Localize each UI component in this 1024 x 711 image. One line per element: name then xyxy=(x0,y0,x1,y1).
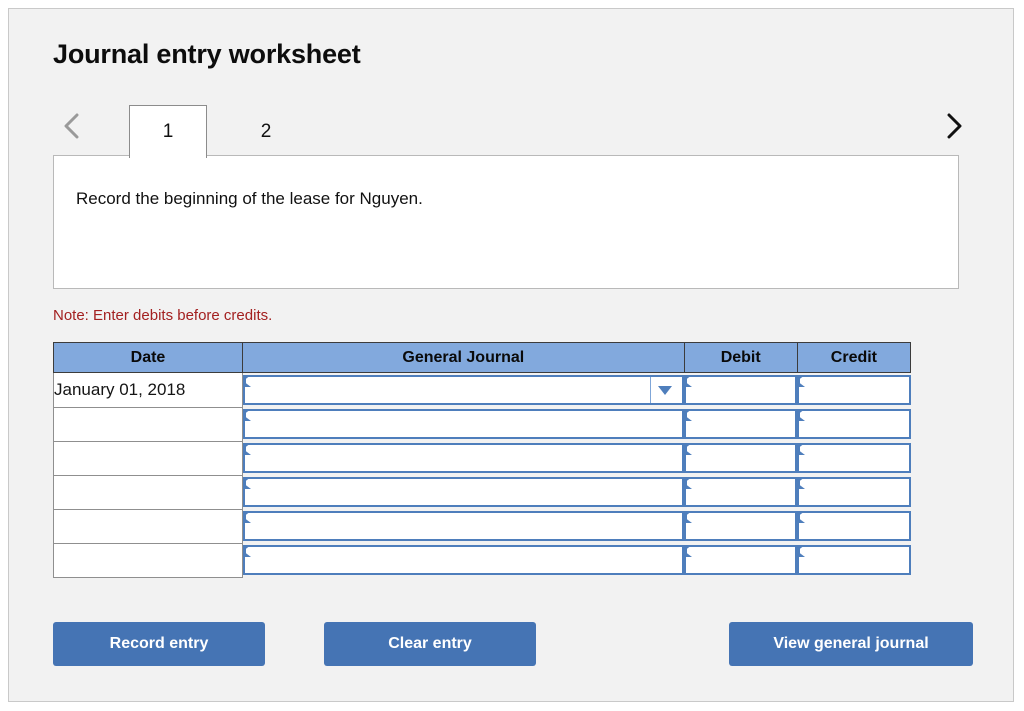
credit-input[interactable] xyxy=(797,477,911,507)
general-journal-cell xyxy=(242,441,685,475)
debit-input[interactable] xyxy=(684,511,798,541)
credit-cell xyxy=(797,407,911,441)
credit-cell xyxy=(797,441,911,475)
next-page-button[interactable] xyxy=(937,103,971,149)
general-journal-cell xyxy=(242,407,685,441)
general-journal-input[interactable] xyxy=(242,443,685,473)
credit-cell xyxy=(797,543,911,577)
cell-flag-icon xyxy=(242,409,251,421)
debit-cell xyxy=(684,509,798,543)
credit-input[interactable] xyxy=(797,375,911,405)
tab-label: 2 xyxy=(260,120,272,142)
general-journal-cell xyxy=(242,372,685,407)
journal-entry-table: Date General Journal Debit Credit Januar… xyxy=(53,342,912,578)
table-row: January 01, 2018 xyxy=(53,372,911,408)
debit-cell xyxy=(684,543,798,577)
debits-before-credits-note: Note: Enter debits before credits. xyxy=(53,307,273,324)
column-header-credit: Credit xyxy=(796,342,912,373)
debit-input[interactable] xyxy=(684,409,798,439)
cell-flag-icon xyxy=(242,443,251,455)
cell-flag-icon xyxy=(242,375,251,387)
table-row xyxy=(53,509,911,544)
cell-flag-icon xyxy=(797,511,806,523)
worksheet-panel: Journal entry worksheet 1 2 Record the b… xyxy=(8,8,1014,702)
debit-input[interactable] xyxy=(684,477,798,507)
column-header-date: Date xyxy=(53,342,243,373)
worksheet-tabstrip: 1 2 xyxy=(53,97,971,158)
table-row xyxy=(53,407,911,442)
credit-cell xyxy=(797,509,911,543)
date-cell[interactable]: January 01, 2018 xyxy=(53,372,243,408)
cell-flag-icon xyxy=(684,477,693,489)
account-dropdown-button[interactable] xyxy=(650,377,679,403)
credit-input[interactable] xyxy=(797,511,911,541)
date-cell[interactable] xyxy=(53,543,243,578)
worksheet-tab-1[interactable]: 1 xyxy=(129,105,207,158)
table-row xyxy=(53,441,911,476)
date-cell[interactable] xyxy=(53,441,243,476)
table-row xyxy=(53,543,911,578)
cell-flag-icon xyxy=(797,477,806,489)
cell-flag-icon xyxy=(242,511,251,523)
instruction-text: Record the beginning of the lease for Ng… xyxy=(76,189,423,208)
credit-input[interactable] xyxy=(797,443,911,473)
cell-flag-icon xyxy=(242,477,251,489)
general-journal-input[interactable] xyxy=(242,545,685,575)
cell-flag-icon xyxy=(797,443,806,455)
cell-flag-icon xyxy=(797,375,806,387)
chevron-right-icon xyxy=(947,113,962,139)
debit-cell xyxy=(684,475,798,509)
general-journal-input[interactable] xyxy=(242,511,685,541)
general-journal-input[interactable] xyxy=(242,409,685,439)
table-header-row: Date General Journal Debit Credit xyxy=(53,342,912,373)
table-row xyxy=(53,475,911,510)
general-journal-cell xyxy=(242,475,685,509)
general-journal-cell xyxy=(242,509,685,543)
date-cell[interactable] xyxy=(53,509,243,544)
date-cell[interactable] xyxy=(53,407,243,442)
cell-flag-icon xyxy=(684,443,693,455)
cell-flag-icon xyxy=(797,409,806,421)
tab-label: 1 xyxy=(162,121,174,142)
view-general-journal-button[interactable]: View general journal xyxy=(729,622,973,666)
debit-input[interactable] xyxy=(684,443,798,473)
chevron-down-icon xyxy=(658,385,673,395)
general-journal-input[interactable] xyxy=(242,477,685,507)
column-header-debit: Debit xyxy=(683,342,798,373)
debit-cell xyxy=(684,372,798,407)
table-header: Date General Journal Debit Credit xyxy=(53,342,912,373)
cell-flag-icon xyxy=(797,545,806,557)
cell-flag-icon xyxy=(684,409,693,421)
clear-entry-button[interactable]: Clear entry xyxy=(324,622,536,666)
cell-flag-icon xyxy=(684,545,693,557)
credit-cell xyxy=(797,475,911,509)
cell-flag-icon xyxy=(242,545,251,557)
chevron-left-icon xyxy=(64,113,79,139)
prev-page-button[interactable] xyxy=(55,103,89,149)
record-entry-button[interactable]: Record entry xyxy=(53,622,265,666)
debit-cell xyxy=(684,407,798,441)
column-header-general-journal: General Journal xyxy=(241,342,685,373)
debit-cell xyxy=(684,441,798,475)
general-journal-cell xyxy=(242,543,685,577)
credit-input[interactable] xyxy=(797,409,911,439)
worksheet-tab-2[interactable]: 2 xyxy=(227,105,305,158)
debit-input[interactable] xyxy=(684,545,798,575)
debit-input[interactable] xyxy=(684,375,798,405)
cell-flag-icon xyxy=(684,375,693,387)
page-title: Journal entry worksheet xyxy=(53,39,361,69)
credit-input[interactable] xyxy=(797,545,911,575)
table-body: January 01, 2018 xyxy=(53,372,911,578)
cell-flag-icon xyxy=(684,511,693,523)
instruction-panel: Record the beginning of the lease for Ng… xyxy=(53,155,959,289)
credit-cell xyxy=(797,372,911,407)
date-cell[interactable] xyxy=(53,475,243,510)
general-journal-input[interactable] xyxy=(242,375,685,405)
